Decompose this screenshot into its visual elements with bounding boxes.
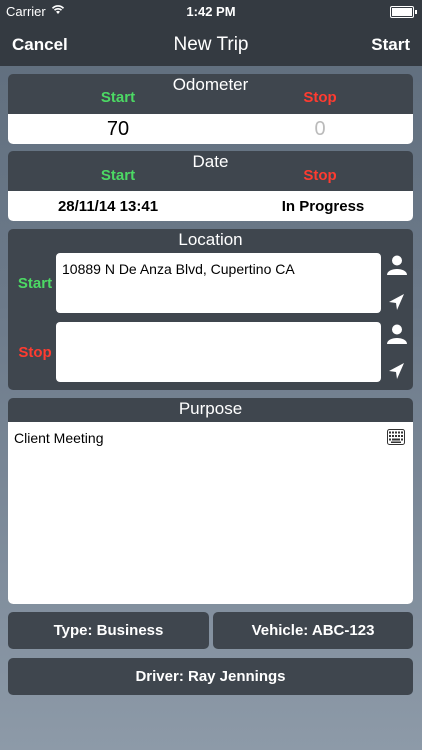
battery-icon: [390, 6, 417, 18]
location-arrow-icon[interactable]: [386, 291, 408, 313]
odometer-title: Odometer: [172, 75, 249, 94]
location-arrow-icon[interactable]: [386, 360, 408, 382]
purpose-title: Purpose: [178, 399, 243, 418]
location-card: Location Start 10889 N De Anza Blvd, Cup…: [8, 229, 413, 390]
date-start-field[interactable]: 28/11/14 13:41: [38, 198, 178, 215]
location-stop-row: Stop: [8, 320, 413, 389]
keyboard-icon[interactable]: [387, 429, 405, 450]
contact-icon[interactable]: [386, 254, 408, 276]
navigation-bar: Cancel New Trip Start: [0, 22, 422, 66]
location-start-row: Start 10889 N De Anza Blvd, Cupertino CA: [8, 251, 413, 320]
location-start-label: Start: [17, 275, 53, 292]
date-title: Date: [192, 152, 229, 171]
type-button[interactable]: Type: Business: [8, 612, 209, 649]
odometer-start-field[interactable]: 70: [68, 118, 168, 141]
contact-icon[interactable]: [386, 323, 408, 345]
date-card: Date Start Stop 28/11/14 13:41 In Progre…: [8, 151, 413, 221]
odometer-start-label: Start: [100, 89, 136, 106]
start-button[interactable]: Start: [371, 35, 410, 55]
location-stop-field[interactable]: [56, 322, 381, 382]
page-title: New Trip: [173, 34, 249, 55]
purpose-text: Client Meeting: [14, 430, 104, 446]
location-stop-label: Stop: [18, 344, 52, 361]
location-title: Location: [178, 230, 243, 249]
status-time: 1:42 PM: [186, 4, 236, 19]
odometer-stop-label: Stop: [303, 89, 337, 106]
vehicle-button[interactable]: Vehicle: ABC-123: [213, 612, 413, 649]
date-start-label: Start: [100, 167, 136, 184]
purpose-card: Purpose Client Meeting: [8, 398, 413, 604]
location-start-field[interactable]: 10889 N De Anza Blvd, Cupertino CA: [56, 253, 381, 313]
date-stop-field[interactable]: In Progress: [248, 198, 398, 215]
odometer-stop-field[interactable]: 0: [270, 118, 370, 141]
status-bar: Carrier 1:42 PM: [0, 0, 422, 22]
date-stop-label: Stop: [303, 167, 337, 184]
odometer-card: Odometer Start Stop 70 0: [8, 74, 413, 144]
driver-button[interactable]: Driver: Ray Jennings: [8, 658, 413, 695]
purpose-field[interactable]: Client Meeting: [8, 422, 413, 604]
